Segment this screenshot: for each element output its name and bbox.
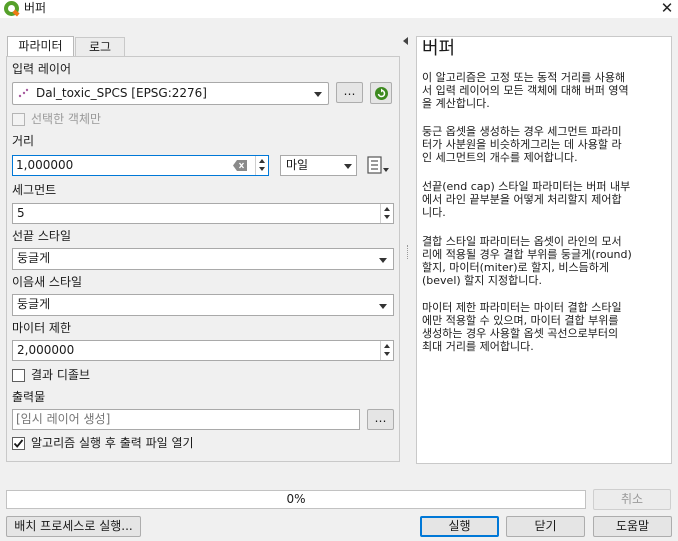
title-bar [0,0,678,18]
data-defined-override-icon[interactable] [366,156,390,176]
clear-icon[interactable] [233,160,247,171]
help-line: (bevel) 할지 지정합니다. [422,274,542,287]
checkmark-icon [13,439,24,448]
tab-parameters[interactable]: 파라미터 [7,36,74,57]
progress-text: 0% [286,492,306,506]
close-button[interactable]: 닫기 [506,516,585,537]
end-cap-label: 선끝 스타일 [12,229,72,243]
distance-label: 거리 [12,134,35,148]
segments-input[interactable]: 5 [12,203,394,224]
collapse-help-icon[interactable] [403,37,408,45]
help-line: 할지, 마이터(miter)로 할지, 비스듬하게 [422,261,609,274]
segments-value: 5 [17,206,25,220]
chevron-down-icon [314,92,322,97]
window-title: 버퍼 [24,1,47,15]
point-layer-icon [18,88,29,98]
input-layer-more-button[interactable]: … [336,82,363,103]
dissolve-checkbox[interactable] [12,369,25,382]
miter-limit-spinner[interactable] [380,341,393,360]
close-icon[interactable]: ✕ [659,0,675,17]
help-line: 둥근 옵셋을 생성하는 경우 세그먼트 파라미 [422,125,622,138]
help-paragraph: 결합 스타일 파라미터는 옵셋이 라인의 모서 리에 적용될 경우 결합 부위를 … [422,235,668,287]
help-line: 터가 사분원을 비슷하게그리는 데 사용할 라 [422,138,622,151]
refresh-icon [375,87,388,100]
progress-bar: 0% [6,490,586,509]
help-line: 결합 스타일 파라미터는 옵셋이 라인의 모서 [422,235,622,248]
distance-unit-select[interactable]: 마일 [280,155,357,176]
output-more-button[interactable]: … [367,409,394,430]
help-line: 이 알고리즘은 고정 또는 동적 거리를 사용해 [422,71,626,84]
help-line: 니다. [422,206,446,219]
help-button[interactable]: 도움말 [593,516,672,537]
distance-spinner[interactable] [255,156,268,175]
help-line: 에만 적용할 수 있으며, 마이터 결합 부위를 [422,314,619,327]
help-title: 버퍼 [422,38,456,59]
output-text[interactable] [13,410,357,427]
end-cap-select[interactable]: 둥글게 [12,248,394,270]
join-style-label: 이음새 스타일 [12,275,83,289]
distance-unit-value: 마일 [286,158,309,172]
cancel-button[interactable]: 취소 [593,489,671,510]
distance-input[interactable]: 1,000000 [12,155,269,176]
open-after-checkbox[interactable] [12,437,25,450]
iterate-button[interactable] [370,82,392,104]
miter-limit-value: 2,000000 [17,343,75,357]
output-label: 출력물 [12,390,46,404]
splitter-handle[interactable] [407,245,409,259]
chevron-down-icon [344,164,352,169]
help-line: 마이터 제한 파라미터는 마이터 결합 스타일 [422,301,622,314]
chevron-down-icon [379,258,387,263]
help-line: 서 입력 레이어의 모든 객체에 대해 버퍼 영역 [422,84,629,97]
input-layer-value: Dal_toxic_SPCS [EPSG:2276] [36,86,207,100]
input-layer-select[interactable]: Dal_toxic_SPCS [EPSG:2276] [12,82,329,105]
miter-limit-label: 마이터 제한 [12,321,72,335]
segments-label: 세그먼트 [12,183,57,197]
help-paragraph: 마이터 제한 파라미터는 마이터 결합 스타일 에만 적용할 수 있으며, 마이터… [422,301,668,353]
run-button[interactable]: 실행 [420,516,499,537]
miter-limit-input[interactable]: 2,000000 [12,340,394,361]
help-line: 생성하는 경우 사용할 옵셋 곡선으로부터의 [422,327,619,340]
selected-only-label: 선택한 객체만 [31,112,102,126]
output-input[interactable] [12,409,360,430]
join-style-select[interactable]: 둥글게 [12,294,394,316]
help-line: 최대 거리를 제어합니다. [422,340,534,353]
tab-log[interactable]: 로그 [75,37,125,57]
input-layer-label: 입력 레이어 [12,62,72,76]
help-paragraph: 둥근 옵셋을 생성하는 경우 세그먼트 파라미 터가 사분원을 비슷하게그리는 데… [422,125,668,164]
selected-only-checkbox[interactable] [12,113,25,126]
distance-value: 1,000000 [16,158,74,172]
help-line: 인 세그먼트의 개수를 제어합니다. [422,151,578,164]
chevron-down-icon [379,304,387,309]
dissolve-label: 결과 디졸브 [31,368,91,382]
help-paragraph: 선끝(end cap) 스타일 파라미터는 버퍼 내부 에서 라인 끝부분을 어떻… [422,180,668,219]
help-line: 선끝(end cap) 스타일 파라미터는 버퍼 내부 [422,180,631,193]
help-paragraph: 이 알고리즘은 고정 또는 동적 거리를 사용해 서 입력 레이어의 모든 객체에… [422,71,668,110]
help-line: 을 계산합니다. [422,97,490,110]
help-line: 에서 라인 끝부분을 어떻게 처리할지 제어합 [422,193,622,206]
end-cap-value: 둥글게 [17,251,51,265]
open-after-label: 알고리즘 실행 후 출력 파일 열기 [31,436,194,450]
join-style-value: 둥글게 [17,297,51,311]
help-line: 리에 적용될 경우 결합 부위를 둥글게(round) [422,248,632,261]
segments-spinner[interactable] [380,204,393,223]
batch-process-button[interactable]: 배치 프로세스로 실행... [6,516,141,537]
